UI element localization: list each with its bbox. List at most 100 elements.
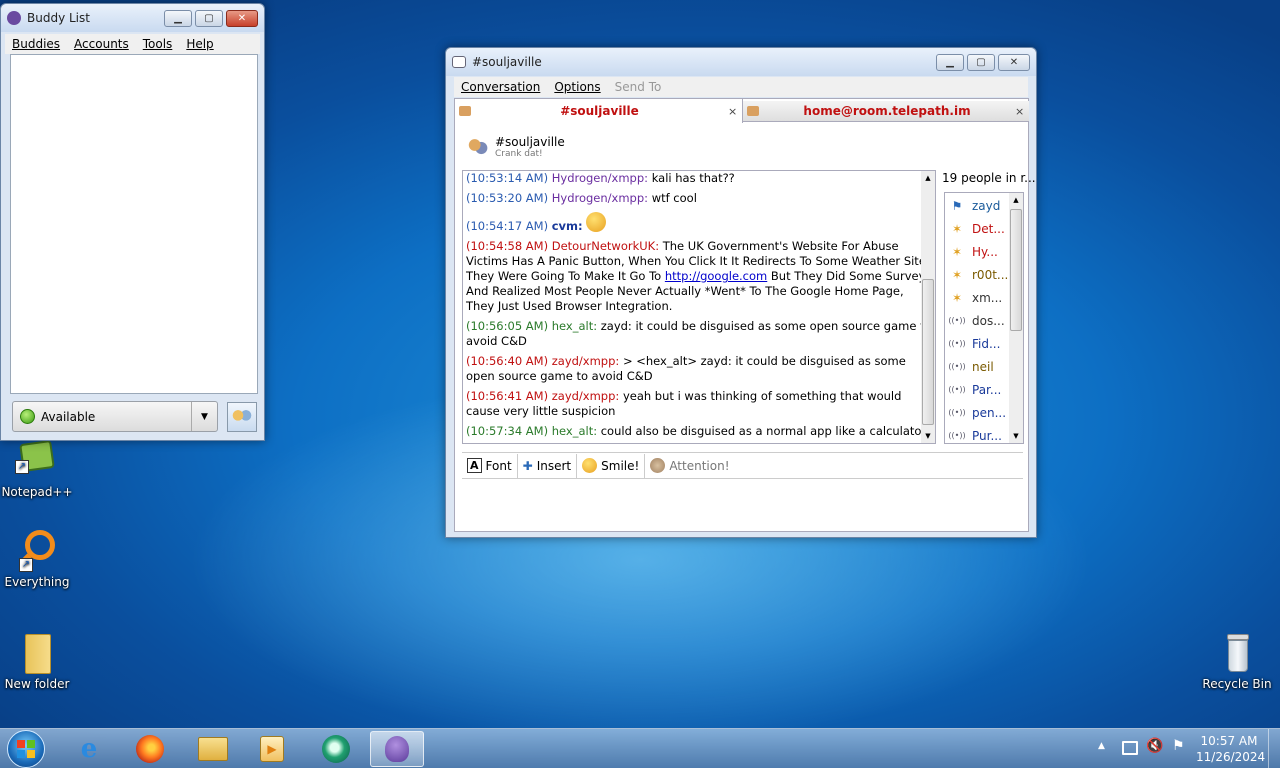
radio-icon: ((•)) bbox=[948, 431, 966, 440]
buddy-icon-button[interactable] bbox=[227, 402, 257, 432]
person-name: pen... bbox=[972, 405, 1007, 420]
start-button[interactable] bbox=[7, 730, 45, 768]
radio-icon: ((•)) bbox=[948, 339, 966, 348]
attention-button[interactable]: Attention! bbox=[645, 454, 734, 478]
people-count: 19 people in r... bbox=[942, 171, 1036, 185]
menu-send-to[interactable]: Send To bbox=[608, 80, 669, 94]
person-name: dos... bbox=[972, 313, 1005, 328]
network-icon[interactable] bbox=[1122, 741, 1138, 755]
attention-label: Attention! bbox=[669, 458, 730, 473]
scroll-down-icon[interactable]: ▼ bbox=[1009, 429, 1023, 443]
scroll-thumb[interactable] bbox=[1010, 209, 1022, 331]
person-name: Det... bbox=[972, 221, 1005, 236]
insert-button[interactable]: ✚ Insert bbox=[518, 453, 578, 478]
scroll-up-icon[interactable]: ▲ bbox=[921, 171, 935, 185]
people-scrollbar[interactable]: ▲ ▼ bbox=[1009, 193, 1023, 443]
scroll-thumb[interactable] bbox=[922, 279, 934, 425]
message-log-scrollbar[interactable]: ▲ ▼ bbox=[921, 171, 935, 443]
scroll-down-icon[interactable]: ▼ bbox=[921, 429, 935, 443]
tab-souljaville[interactable]: #souljaville × bbox=[455, 99, 743, 123]
minimize-button[interactable]: ▁ bbox=[936, 53, 964, 71]
font-button[interactable]: A Font bbox=[462, 453, 518, 478]
person-name: xm... bbox=[972, 290, 1003, 305]
star-icon: ✶ bbox=[951, 290, 963, 305]
window-title: Buddy List bbox=[27, 11, 90, 25]
clock[interactable]: 10:57 AM 11/26/2024 bbox=[1196, 733, 1266, 765]
buddy-tree[interactable] bbox=[10, 54, 258, 394]
attention-icon bbox=[650, 458, 666, 473]
taskbar-media-player[interactable]: ▶ bbox=[249, 731, 295, 767]
firefox-icon bbox=[136, 735, 164, 763]
message: (10:54:17 AM) cvm: bbox=[466, 212, 932, 234]
menu-help[interactable]: Help bbox=[179, 37, 220, 51]
menu-options[interactable]: Options bbox=[547, 80, 607, 94]
chat-icon bbox=[452, 56, 466, 68]
people-list[interactable]: ⚑ zayd ✶ Det... ✶ Hy... ✶ r00t... ✶ xm... ((•)) dos… bbox=[944, 192, 1024, 444]
menu-accounts[interactable]: Accounts bbox=[67, 37, 136, 51]
message-log[interactable]: (10:53:14 AM) Hydrogen/xmpp: kali has th… bbox=[462, 170, 936, 444]
show-hidden-icons[interactable]: ▲ bbox=[1098, 741, 1105, 751]
desktop-icon-label: Notepad++ bbox=[1, 485, 73, 499]
smile-button[interactable]: Smile! bbox=[577, 453, 646, 478]
taskbar-ie[interactable]: e bbox=[66, 731, 112, 767]
desktop-icon-label: Recycle Bin bbox=[1202, 677, 1272, 691]
message: (10:57:34 AM) hex_alt: could also be dis… bbox=[466, 424, 927, 438]
maximize-button[interactable]: ▢ bbox=[967, 53, 995, 71]
message: (10:54:58 AM) DetourNetworkUK: The UK Go… bbox=[466, 239, 930, 313]
person-name: Hy... bbox=[972, 244, 998, 259]
format-toolbar: A Font ✚ Insert Smile! Attention! bbox=[462, 452, 1023, 479]
pidgin-icon bbox=[7, 11, 21, 25]
folder-icon bbox=[198, 737, 228, 761]
folder-icon bbox=[15, 630, 59, 674]
message-link[interactable]: http://google.com bbox=[665, 269, 767, 283]
status-selector[interactable]: Available ▼ bbox=[12, 401, 218, 432]
close-button[interactable]: ✕ bbox=[998, 53, 1030, 71]
buddy-list-titlebar[interactable]: Buddy List ▁ ▢ ✕ bbox=[1, 4, 264, 32]
recycle-bin-icon bbox=[1215, 630, 1259, 674]
minimize-button[interactable]: ▁ bbox=[164, 9, 192, 27]
room-name: #souljaville bbox=[495, 135, 565, 149]
radio-icon: ((•)) bbox=[948, 385, 966, 394]
tab-home-room[interactable]: home@room.telepath.im × bbox=[743, 101, 1029, 122]
message: (10:56:05 AM) hex_alt: zayd: it could be… bbox=[466, 319, 932, 348]
person-name: Par... bbox=[972, 382, 1002, 397]
menu-tools[interactable]: Tools bbox=[136, 37, 180, 51]
taskbar-firefox[interactable] bbox=[127, 731, 173, 767]
desktop-icon-new-folder[interactable]: New folder bbox=[0, 630, 74, 691]
clock-date: 11/26/2024 bbox=[1196, 750, 1266, 764]
font-label: Font bbox=[485, 458, 512, 473]
close-button[interactable]: ✕ bbox=[226, 9, 258, 27]
person-name: neil bbox=[972, 359, 994, 374]
desktop-icon-recycle-bin[interactable]: Recycle Bin bbox=[1200, 630, 1274, 691]
maximize-button[interactable]: ▢ bbox=[195, 9, 223, 27]
desktop-icon-label: New folder bbox=[4, 677, 70, 691]
radio-icon: ((•)) bbox=[948, 408, 966, 417]
message: (10:56:41 AM) zayd/xmpp: yeah but i was … bbox=[466, 389, 902, 418]
volume-muted-icon[interactable]: 🔇 bbox=[1146, 738, 1163, 754]
chevron-down-icon: ▼ bbox=[191, 402, 217, 431]
desktop-icon-notepadpp[interactable]: ↗ Notepad++ bbox=[0, 438, 74, 499]
message-input[interactable] bbox=[462, 481, 1023, 529]
taskbar-app[interactable] bbox=[313, 731, 359, 767]
taskbar-pidgin[interactable] bbox=[370, 731, 424, 767]
desktop-icon-label: Everything bbox=[4, 575, 70, 589]
show-desktop-button[interactable] bbox=[1268, 729, 1280, 768]
insert-label: Insert bbox=[536, 458, 572, 473]
flag-icon[interactable]: ⚑ bbox=[1172, 738, 1185, 754]
taskbar-explorer[interactable] bbox=[190, 731, 236, 767]
menu-conversation[interactable]: Conversation bbox=[454, 80, 547, 94]
chat-room-icon bbox=[459, 106, 471, 116]
chat-titlebar[interactable]: #souljaville ▁ ▢ ✕ bbox=[446, 48, 1036, 76]
person-name: zayd bbox=[972, 198, 1001, 213]
star-icon: ✶ bbox=[951, 221, 963, 236]
tab-label: #souljaville bbox=[560, 104, 639, 118]
scroll-up-icon[interactable]: ▲ bbox=[1009, 193, 1023, 207]
room-avatar-icon bbox=[467, 137, 489, 157]
desktop-icon-everything[interactable]: ↗ Everything bbox=[0, 528, 74, 589]
tab-close-icon[interactable]: × bbox=[728, 105, 742, 118]
person-name: Pur... bbox=[972, 428, 1002, 443]
everything-icon: ↗ bbox=[15, 528, 59, 572]
tab-close-icon[interactable]: × bbox=[1015, 105, 1029, 118]
message: (10:53:14 AM) Hydrogen/xmpp: kali has th… bbox=[466, 171, 735, 185]
menu-buddies[interactable]: Buddies bbox=[5, 37, 67, 51]
